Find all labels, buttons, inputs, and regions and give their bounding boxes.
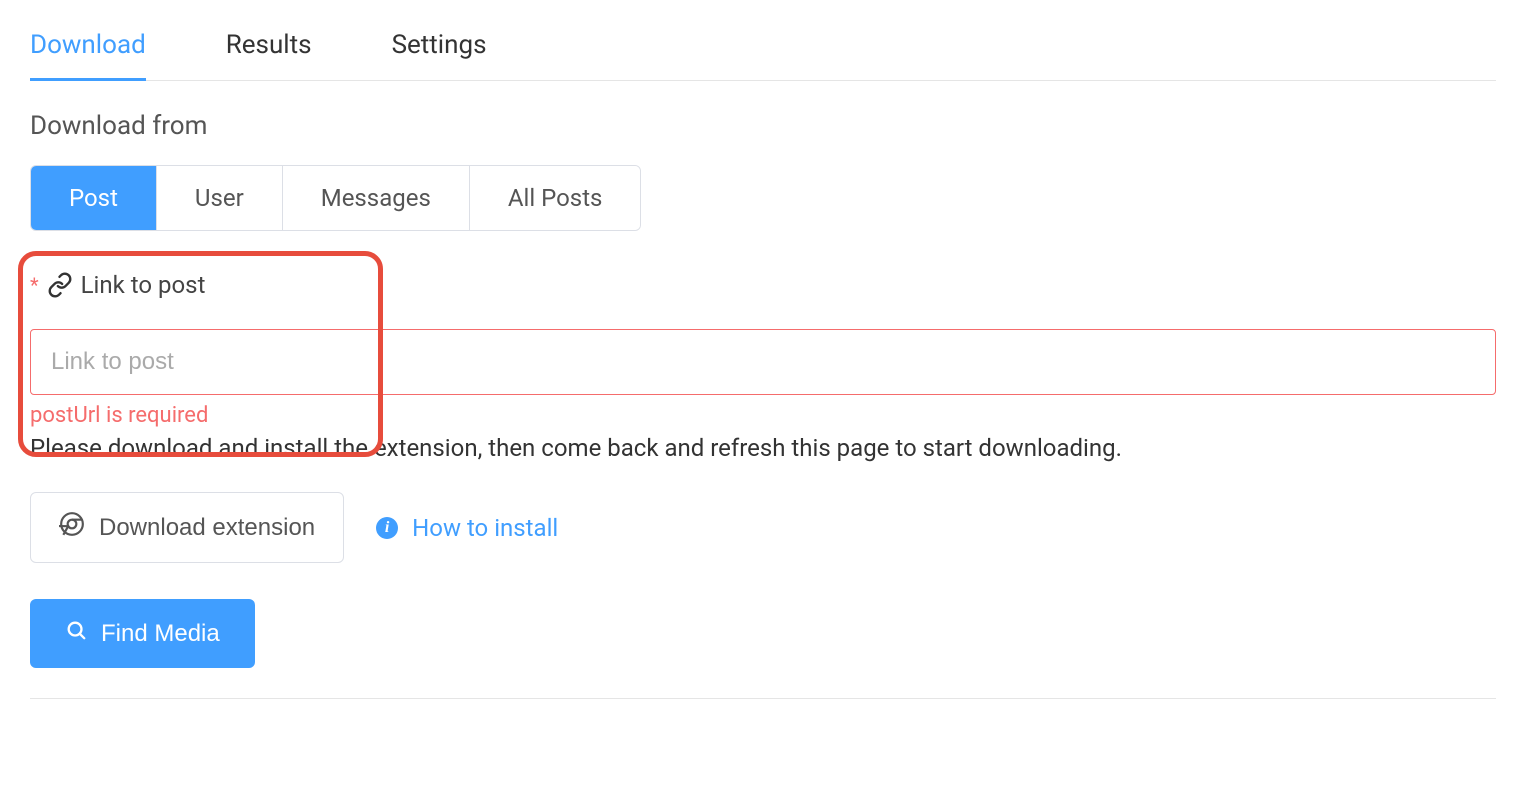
download-extension-button[interactable]: Download extension <box>30 492 344 563</box>
radio-post[interactable]: Post <box>31 166 157 230</box>
how-to-install-link[interactable]: i How to install <box>376 514 558 542</box>
radio-all-posts[interactable]: All Posts <box>470 166 641 230</box>
section-label: Download from <box>30 111 1496 141</box>
how-to-install-label: How to install <box>412 514 558 542</box>
error-message: postUrl is required <box>30 403 1496 428</box>
download-from-toggle: Post User Messages All Posts <box>30 165 641 231</box>
chrome-icon <box>59 511 85 544</box>
radio-messages[interactable]: Messages <box>283 166 470 230</box>
instruction-text: Please download and install the extensio… <box>30 434 1496 462</box>
required-star: * <box>30 273 39 297</box>
radio-user[interactable]: User <box>157 166 283 230</box>
extension-actions: Download extension i How to install <box>30 492 1496 563</box>
link-to-post-input[interactable] <box>30 329 1496 395</box>
main-tabs: Download Results Settings <box>30 20 1496 81</box>
link-form: * Link to post postUrl is required <box>30 271 1496 428</box>
tab-download[interactable]: Download <box>30 20 146 80</box>
info-icon: i <box>376 517 398 539</box>
find-media-label: Find Media <box>101 620 220 648</box>
tab-results[interactable]: Results <box>226 20 312 80</box>
link-label-text: Link to post <box>81 271 206 299</box>
download-extension-label: Download extension <box>99 514 315 542</box>
search-icon <box>65 619 87 648</box>
link-icon <box>47 272 73 298</box>
link-label-row: * Link to post <box>30 271 1496 299</box>
link-input-wrapper <box>30 329 1496 395</box>
tab-settings[interactable]: Settings <box>392 20 487 80</box>
find-media-button[interactable]: Find Media <box>30 599 255 668</box>
bottom-divider <box>30 698 1496 699</box>
